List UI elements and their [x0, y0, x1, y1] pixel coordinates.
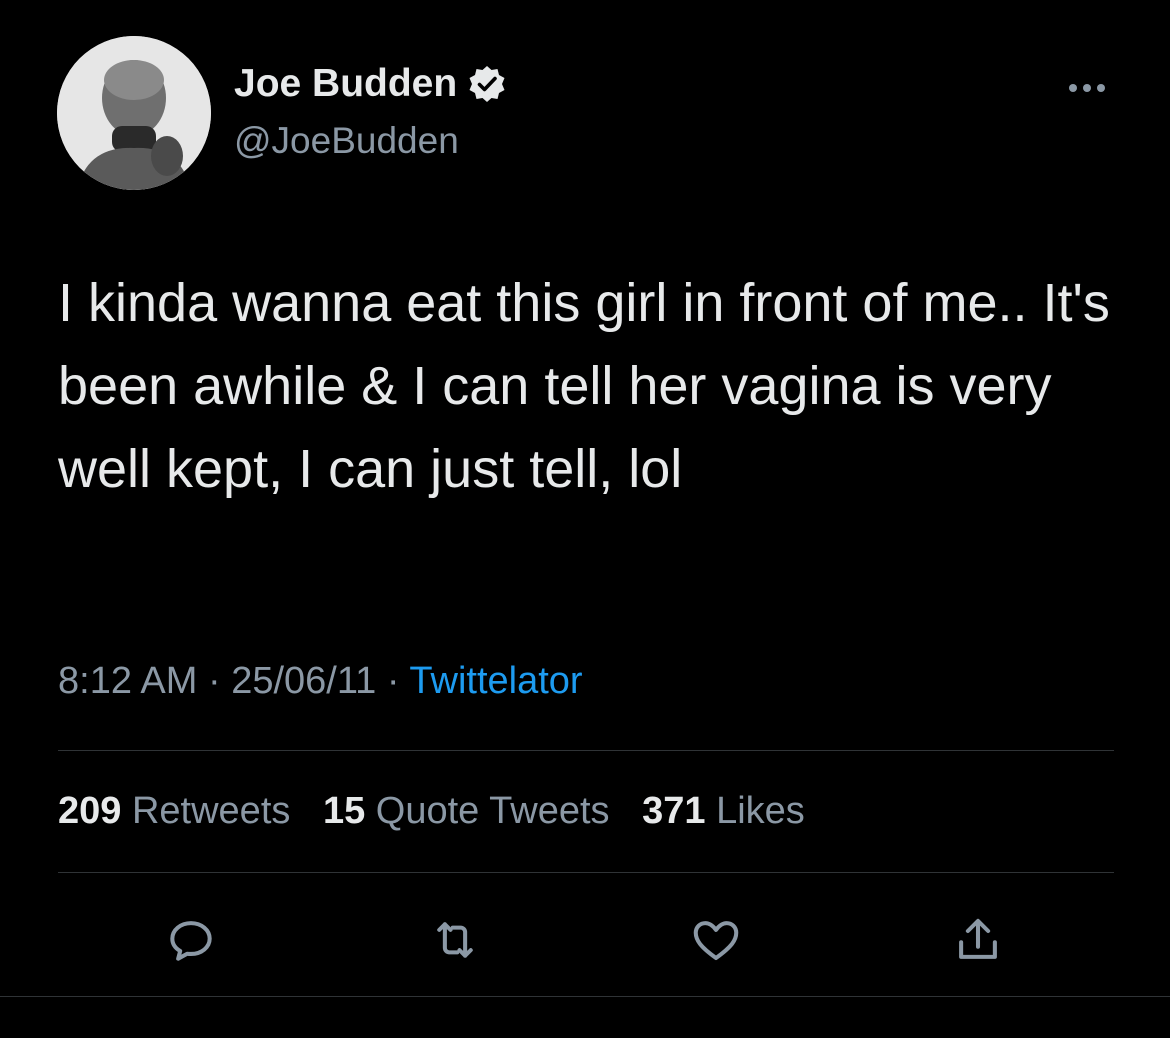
tweet-text: I kinda wanna eat this girl in front of … — [58, 273, 1110, 499]
user-handle[interactable]: @JoeBudden — [234, 120, 459, 162]
tweet-stats: 209 Retweets 15 Quote Tweets 371 Likes — [58, 790, 827, 833]
tweet-meta: 8:12 AM · 25/06/11 · Twittelator — [58, 660, 583, 703]
retweet-button[interactable] — [425, 910, 485, 970]
likes-count: 371 — [642, 790, 706, 832]
like-icon — [693, 921, 739, 961]
retweets-label: Retweets — [131, 790, 291, 832]
share-icon — [959, 918, 997, 959]
quotes-count: 15 — [322, 790, 366, 832]
likes-stat[interactable]: 371 Likes — [642, 790, 805, 832]
person-avatar — [57, 36, 211, 190]
retweets-stat[interactable]: 209 Retweets — [58, 790, 290, 832]
divider — [0, 996, 1170, 997]
display-name-row[interactable]: Joe Budden — [234, 62, 507, 106]
tweet-time[interactable]: 8:12 AM — [58, 660, 197, 702]
retweet-icon — [437, 922, 473, 958]
like-button[interactable] — [686, 910, 746, 970]
quote-tweets-stat[interactable]: 15 Quote Tweets — [323, 790, 610, 832]
tweet-date[interactable]: 25/06/11 — [231, 660, 376, 702]
display-name[interactable]: Joe Budden — [234, 62, 457, 106]
likes-label: Likes — [716, 790, 805, 832]
verified-badge-icon — [467, 64, 507, 104]
retweets-count: 209 — [58, 790, 122, 832]
divider — [58, 872, 1114, 873]
more-options-icon[interactable] — [1062, 78, 1112, 98]
reply-button[interactable] — [161, 910, 221, 970]
reply-icon — [170, 921, 212, 961]
meta-separator: · — [386, 660, 400, 702]
share-button[interactable] — [948, 910, 1008, 970]
divider — [58, 750, 1114, 751]
avatar[interactable] — [57, 36, 211, 190]
meta-separator: · — [207, 660, 221, 702]
tweet-source-link[interactable]: Twittelator — [409, 660, 582, 702]
quotes-label: Quote Tweets — [375, 790, 610, 832]
